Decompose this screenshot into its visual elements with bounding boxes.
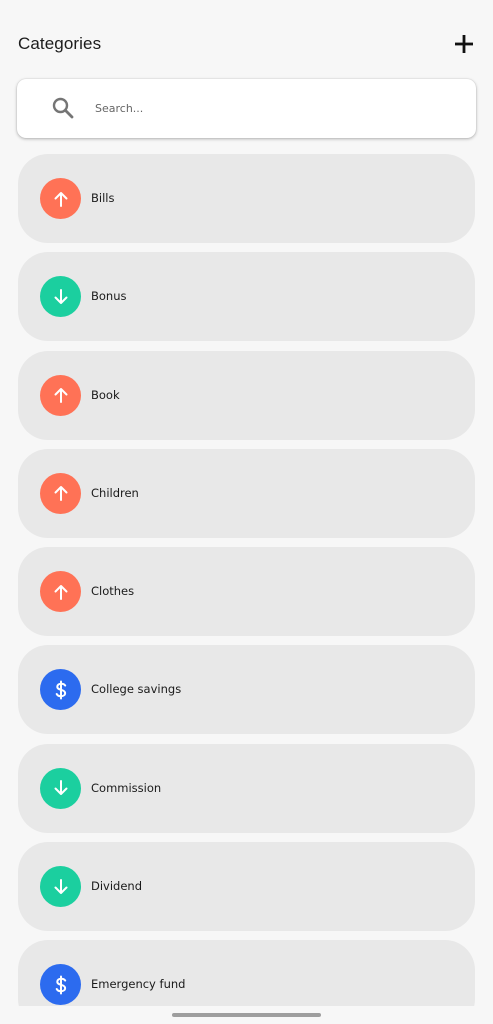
arrow-down-icon xyxy=(40,866,81,908)
category-label: Children xyxy=(91,485,139,500)
arrow-up-icon xyxy=(40,374,81,416)
arrow-up-icon xyxy=(40,178,81,219)
arrow-up-icon xyxy=(40,571,81,613)
category-label: Commission xyxy=(91,780,162,795)
search-icon xyxy=(51,96,75,120)
dollar-icon xyxy=(40,964,81,1006)
system-navigation-bar xyxy=(0,1006,493,1024)
category-label: Dividend xyxy=(91,879,143,894)
app-bar: Categories xyxy=(0,0,493,80)
arrow-down-icon xyxy=(40,767,81,809)
plus-icon xyxy=(454,34,474,59)
category-label: Bills xyxy=(91,191,115,205)
category-item[interactable]: Children xyxy=(18,448,475,538)
home-indicator[interactable] xyxy=(172,1013,321,1017)
category-list: Bills Bonus Book Children Clothes Colleg… xyxy=(18,154,475,1024)
search-input[interactable] xyxy=(95,95,455,121)
category-label: Clothes xyxy=(91,584,135,599)
category-item[interactable]: Book xyxy=(18,350,475,440)
category-item[interactable]: Dividend xyxy=(18,842,475,932)
dollar-icon xyxy=(40,669,81,711)
category-item[interactable]: Bonus xyxy=(18,252,475,342)
categories-screen: Categories Bills xyxy=(0,0,493,1024)
arrow-up-icon xyxy=(40,472,81,514)
category-item[interactable]: Bills xyxy=(18,154,475,243)
category-label: Bonus xyxy=(91,289,127,304)
category-item[interactable]: Commission xyxy=(18,743,475,833)
category-item[interactable]: Clothes xyxy=(18,547,475,637)
add-category-button[interactable] xyxy=(448,30,480,62)
category-label: Emergency fund xyxy=(91,977,186,992)
category-item[interactable]: College savings xyxy=(18,645,475,735)
page-title: Categories xyxy=(18,34,102,53)
category-label: College savings xyxy=(91,682,182,697)
search-bar[interactable] xyxy=(17,79,476,138)
arrow-down-icon xyxy=(40,276,81,318)
category-label: Book xyxy=(91,387,120,402)
